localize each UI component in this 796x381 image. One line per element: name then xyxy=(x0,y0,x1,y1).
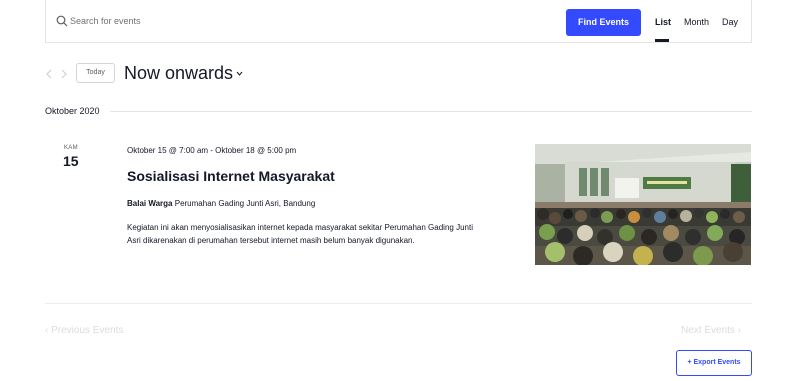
plus-icon: + xyxy=(687,359,692,366)
event-day-name: KAM xyxy=(64,145,78,151)
chevron-right-icon: › xyxy=(737,325,742,336)
view-day-tab[interactable]: Day xyxy=(722,17,738,27)
chevron-left-icon[interactable] xyxy=(45,69,53,79)
previous-events-label: Previous Events xyxy=(51,325,124,336)
month-separator-line xyxy=(110,111,752,112)
event-day-number: 15 xyxy=(63,153,79,169)
next-events-link[interactable]: Next Events › xyxy=(681,325,741,336)
search-input[interactable] xyxy=(70,11,370,31)
event-venue-name: Balai Warga xyxy=(127,199,173,208)
active-view-indicator xyxy=(655,39,669,42)
view-month-tab[interactable]: Month xyxy=(684,17,709,27)
chevron-right-icon[interactable] xyxy=(60,69,68,79)
list-bottom-divider xyxy=(45,303,752,304)
events-bar: Find Events List Month Day xyxy=(45,0,752,43)
export-events-label: Export Events xyxy=(693,359,741,366)
event-datetime: Oktober 15 @ 7:00 am - Oktober 18 @ 5:00… xyxy=(127,146,297,155)
export-events-button[interactable]: + Export Events xyxy=(676,350,752,376)
previous-events-link[interactable]: ‹ Previous Events xyxy=(45,325,123,336)
chevron-down-icon[interactable] xyxy=(236,71,243,76)
event-description-line: Asri dikarenakan di perumahan tersebut i… xyxy=(127,236,415,245)
next-events-label: Next Events xyxy=(681,325,735,336)
event-title-link[interactable]: Sosialisasi Internet Masyarakat xyxy=(127,168,335,184)
today-button[interactable]: Today xyxy=(76,63,115,83)
event-venue-address: Perumahan Gading Junti Asri, Bandung xyxy=(174,199,316,208)
month-separator-label: Oktober 2020 xyxy=(45,106,100,116)
view-list-tab[interactable]: List xyxy=(655,17,671,27)
event-venue: Balai Warga Perumahan Gading Junti Asri,… xyxy=(127,199,315,208)
chevron-left-icon: ‹ xyxy=(45,325,49,336)
date-range-title[interactable]: Now onwards xyxy=(124,63,233,84)
event-featured-image[interactable] xyxy=(535,144,751,265)
find-events-button[interactable]: Find Events xyxy=(566,9,641,36)
event-description: Kegiatan ini akan menyosialisasikan inte… xyxy=(127,221,507,247)
event-description-line: Kegiatan ini akan menyosialisasikan inte… xyxy=(127,223,473,232)
search-icon xyxy=(56,15,68,27)
